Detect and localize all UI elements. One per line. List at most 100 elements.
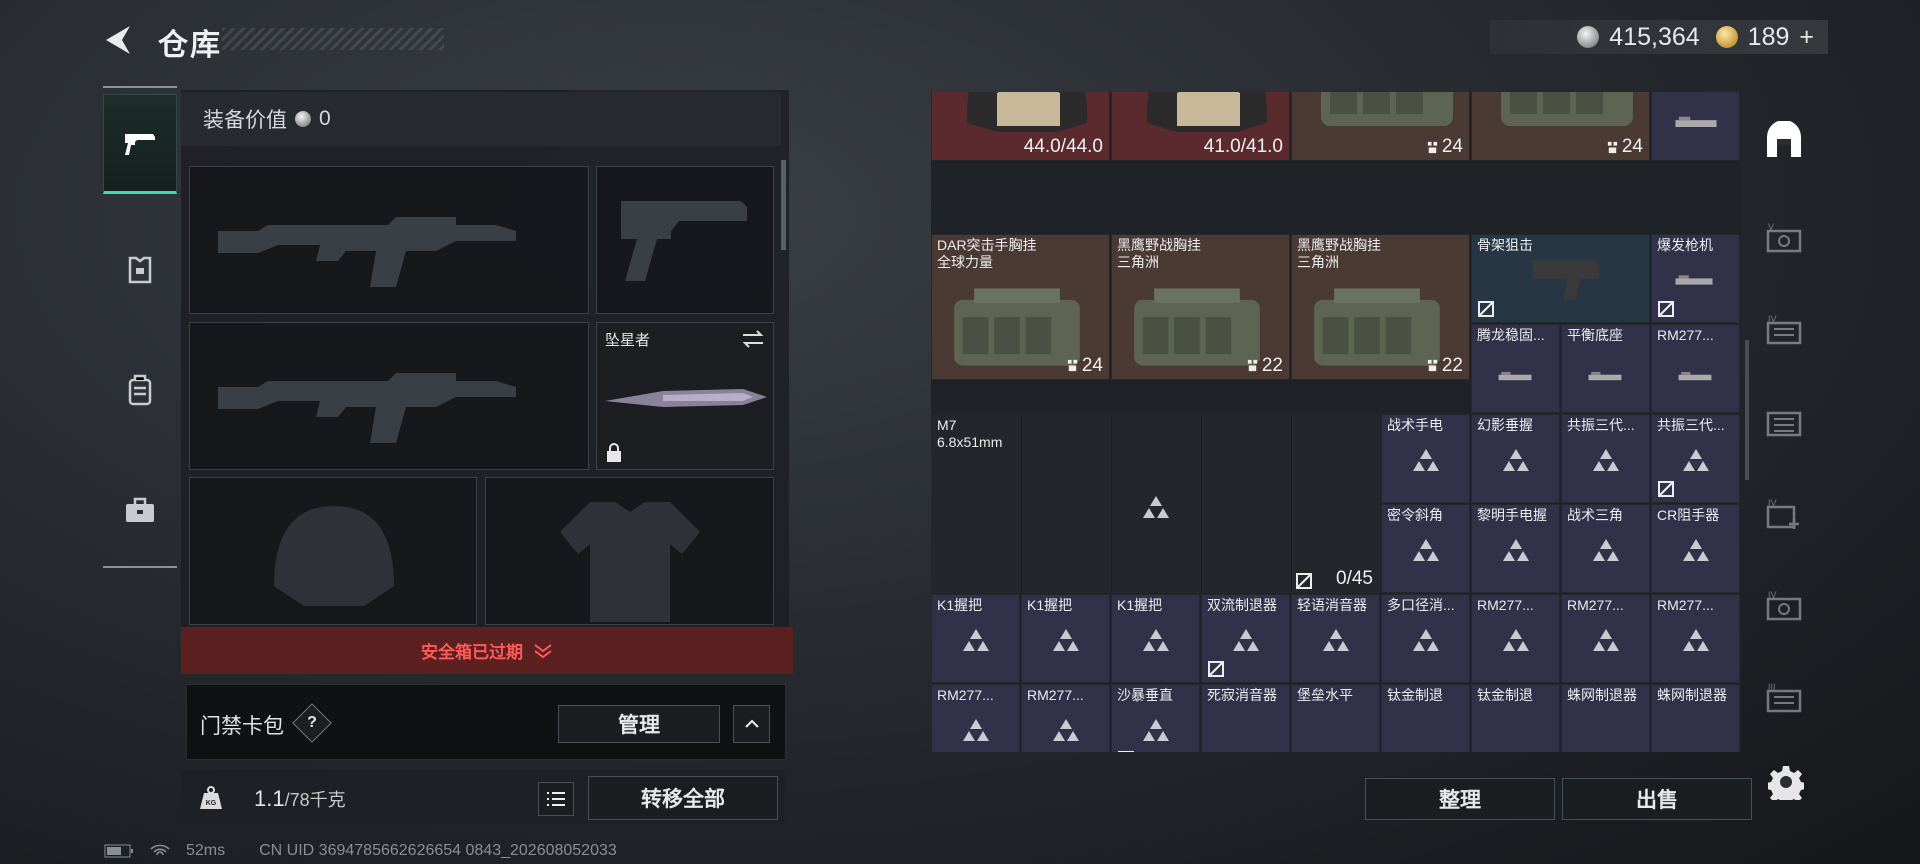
rail-stash-shelf[interactable] xyxy=(1756,388,1812,458)
back-icon[interactable] xyxy=(100,22,136,58)
weapon-ammo: 6.8x51mm xyxy=(937,434,1003,450)
helmet-item-icon xyxy=(966,92,1088,132)
attachment-item[interactable]: 多口径消... xyxy=(1381,594,1470,683)
transfer-all-button[interactable]: 转移全部 xyxy=(588,776,778,820)
stash-item[interactable]: 24 xyxy=(1471,92,1650,161)
attachment-item[interactable]: 共振三代... xyxy=(1561,414,1650,503)
sort-button[interactable]: 整理 xyxy=(1365,778,1555,820)
list-view-button[interactable] xyxy=(538,782,574,816)
attachment-item[interactable]: 沙暴垂直 xyxy=(1111,684,1200,752)
attachment-item[interactable]: 幻影垂握 xyxy=(1471,414,1560,503)
item-name: K1握把 xyxy=(1027,597,1073,613)
equipment-scrollbar[interactable] xyxy=(781,160,786,250)
attachment-item[interactable]: 堡垒水平 xyxy=(1291,684,1380,752)
svg-text:IV: IV xyxy=(1768,591,1777,600)
item-name: RM277... xyxy=(1477,597,1534,613)
stash-item[interactable]: 44.0/44.0 xyxy=(931,92,1110,161)
secondary-weapon-slot[interactable] xyxy=(189,322,589,470)
attachment-item[interactable]: 战术三角 xyxy=(1561,504,1650,593)
attachment-item[interactable]: RM277... xyxy=(1561,594,1650,683)
no-entry-icon xyxy=(1118,751,1134,752)
attachment-item[interactable]: 腾龙稳固... xyxy=(1471,324,1560,413)
rarity-triangle-icon xyxy=(1502,539,1529,562)
chest-rig-item[interactable]: 黑鹰野战胸挂 三角洲 22 xyxy=(1291,234,1470,380)
durability-icon xyxy=(1607,141,1618,153)
stash-item[interactable]: 爆发枪机 xyxy=(1651,92,1740,161)
weight-icon: KG xyxy=(186,775,236,821)
rarity-triangle-icon xyxy=(1592,449,1619,472)
weapon-item-m7[interactable]: M7 6.8x51mm 0/45 xyxy=(931,414,1380,593)
chest-rig-item[interactable]: DAR突击手胸挂 全球力量 24 xyxy=(931,234,1110,380)
stash-item[interactable]: 41.0/41.0 xyxy=(1111,92,1290,161)
durability-icon xyxy=(1427,360,1438,372)
attachment-item[interactable]: K1握把 xyxy=(1021,594,1110,683)
silver-coin-icon xyxy=(295,111,311,127)
tab-toolbox[interactable] xyxy=(103,460,177,560)
secure-container-expired-banner[interactable]: 安全箱已过期 xyxy=(181,627,793,674)
attachment-item[interactable]: 蛛网制退器 xyxy=(1651,684,1740,752)
attachment-item[interactable]: 蛛网制退器 xyxy=(1561,684,1650,752)
melee-slot[interactable]: 坠星者 xyxy=(596,322,774,470)
item-name: 爆发枪机 xyxy=(1657,237,1713,253)
attachment-item[interactable]: CR阻手器 xyxy=(1651,504,1740,593)
add-gold-button[interactable]: + xyxy=(1799,23,1814,52)
attachment-item[interactable]: 死寂消音器 xyxy=(1201,684,1290,752)
tab-weapons[interactable] xyxy=(103,94,177,194)
attachment-item[interactable]: RM277... xyxy=(931,684,1020,752)
attachment-item[interactable]: 黎明手电握 xyxy=(1471,504,1560,593)
armor-silhouette-icon xyxy=(560,502,700,622)
sidearm-slot[interactable] xyxy=(596,166,774,314)
item-count: 41.0/41.0 xyxy=(1203,136,1283,157)
attachment-item[interactable]: 钛金制退 xyxy=(1381,684,1470,752)
helmet-slot[interactable] xyxy=(189,477,477,625)
item-name: 轻语消音器 xyxy=(1297,597,1367,613)
equipment-value: 0 xyxy=(319,107,331,130)
rail-stash-v[interactable]: V xyxy=(1756,204,1812,274)
attachment-item[interactable]: 共振三代... xyxy=(1651,414,1740,503)
rail-safe-house[interactable] xyxy=(1756,106,1812,176)
rail-stash-iv-add[interactable]: IV xyxy=(1756,480,1812,550)
item-count: 24 xyxy=(1066,355,1103,377)
stock-item-icon xyxy=(1532,260,1600,300)
rail-stash-iii[interactable]: III xyxy=(1756,664,1812,734)
attachment-item[interactable]: K1握把 xyxy=(1111,594,1200,683)
rarity-triangle-icon xyxy=(1682,539,1709,562)
attachment-item[interactable]: 密令斜角 xyxy=(1381,504,1470,593)
sell-button[interactable]: 出售 xyxy=(1562,778,1752,820)
primary-weapon-slot[interactable] xyxy=(189,166,589,314)
currency-bar: 415,364 189 + xyxy=(1490,20,1828,54)
tab-armor[interactable] xyxy=(103,220,177,320)
chest-rig-item[interactable]: 黑鹰野战胸挂 三角洲 22 xyxy=(1111,234,1290,380)
chest-rig-icon xyxy=(1321,92,1453,126)
stash-v-icon: V xyxy=(1766,223,1802,253)
stock-item[interactable]: 骨架狙击 xyxy=(1471,234,1650,323)
attachment-item[interactable]: RM277... xyxy=(1651,324,1740,413)
armor-slot[interactable] xyxy=(485,477,774,625)
attachment-item[interactable]: RM277... xyxy=(1471,594,1560,683)
gun-part-icon xyxy=(1498,371,1532,381)
gun-part-item[interactable]: 爆发枪机 xyxy=(1651,234,1740,323)
swap-icon[interactable] xyxy=(741,329,765,349)
attachment-item[interactable]: 双流制退器 xyxy=(1201,594,1290,683)
svg-text:IV: IV xyxy=(1768,315,1777,324)
rail-stash-iv-2[interactable]: IV xyxy=(1756,572,1812,642)
gun-part-icon xyxy=(1675,116,1717,127)
tab-backpack[interactable] xyxy=(103,340,177,440)
attachment-item[interactable]: K1握把 xyxy=(931,594,1020,683)
collapse-button[interactable] xyxy=(733,705,770,743)
attachment-item[interactable]: RM277... xyxy=(1651,594,1740,683)
attachment-item[interactable]: 轻语消音器 xyxy=(1291,594,1380,683)
item-name: 共振三代... xyxy=(1657,417,1725,433)
attachment-item[interactable]: RM277... xyxy=(1021,684,1110,752)
rail-stash-iv[interactable]: IV xyxy=(1756,296,1812,366)
settings-gear-icon[interactable] xyxy=(1768,764,1804,800)
manage-button[interactable]: 管理 xyxy=(558,705,720,743)
stash-item[interactable]: 24 xyxy=(1291,92,1470,161)
attachment-item[interactable]: 平衡底座 xyxy=(1561,324,1650,413)
stash-scrollbar[interactable] xyxy=(1745,340,1749,480)
attachment-item[interactable]: 钛金制退 xyxy=(1471,684,1560,752)
attachment-item[interactable]: 战术手电 xyxy=(1381,414,1470,503)
helmet-silhouette-icon xyxy=(274,506,394,606)
no-entry-icon xyxy=(1208,661,1224,677)
stash-grid: 44.0/44.0 41.0/41.0 24 24 爆发枪机 DAR突击手胸挂 全球力量 2… xyxy=(931,92,1741,752)
